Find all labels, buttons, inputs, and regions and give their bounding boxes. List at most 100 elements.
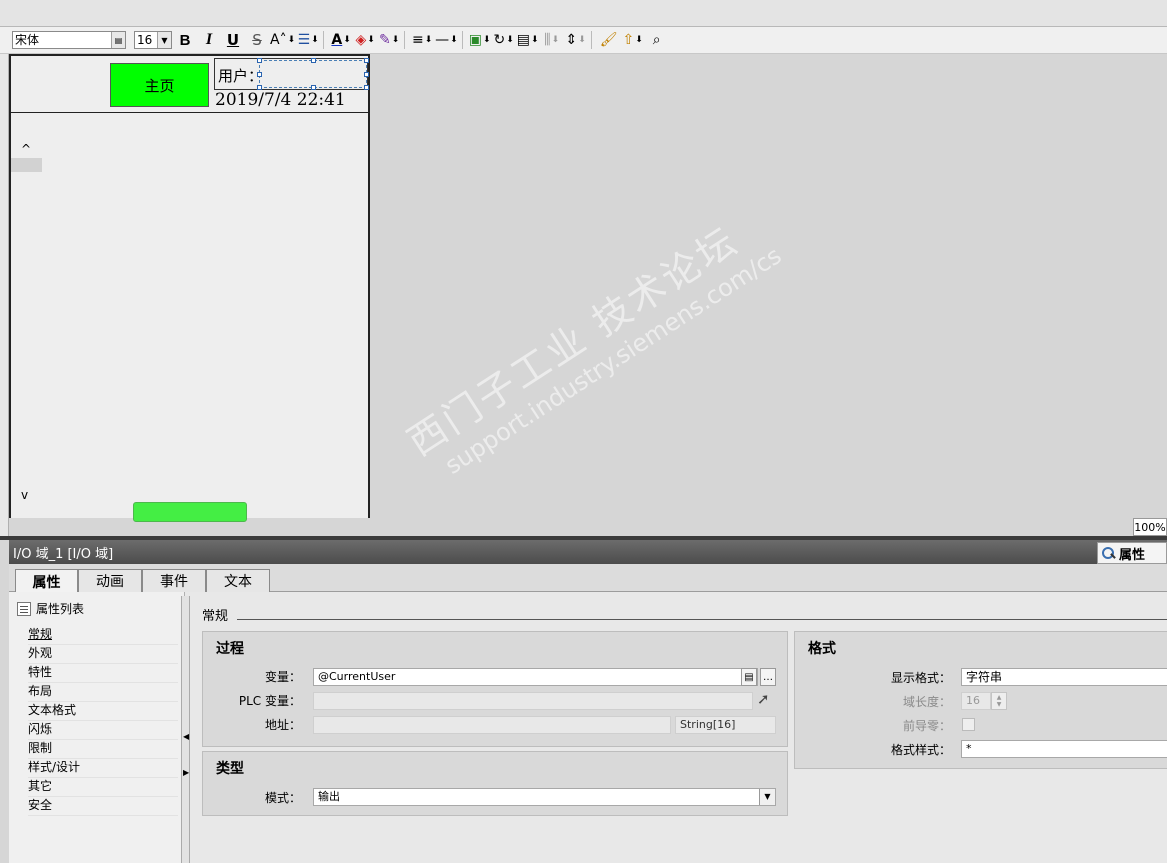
datetime-field[interactable]: 2019/7/4 22:41 [215,90,346,110]
font-size-select[interactable]: 16 ▼ [134,31,172,49]
chevron-down-icon[interactable]: ▼ [157,32,171,48]
tab-animation[interactable]: 动画 [78,569,142,592]
display-format-select[interactable]: 字符串 [961,668,1167,686]
watermark-url: support.industry.siemens.com/cs [440,241,787,480]
scroll-down-icon[interactable]: v [21,488,28,502]
nav-item-appearance[interactable]: 外观 [28,644,178,664]
inspector-title: I/O 域_1 [I/O 域] [13,546,114,562]
scroll-thumb[interactable] [11,158,42,172]
top-strip [0,0,1167,27]
process-group: 过程 变量： @CurrentUser ▤ … PLC 变量： ➚ 地址： St… [202,631,788,747]
toolbar-separator [461,31,463,49]
type-group: 类型 模式： 输出 ▼ [202,751,788,816]
dropdown-arrow-icon: ⬇ [367,35,375,45]
leading-zero-checkbox [962,718,975,731]
zoom-level[interactable]: 100% [1133,518,1167,536]
dropdown-arrow-icon: ⬇ [391,35,400,45]
toolbar-separator [404,31,406,49]
goto-arrow-icon[interactable]: ➚ [757,690,770,708]
dropdown-arrow-icon: ⬇ [343,35,351,45]
rotate-button[interactable]: ↻ ⬇ [493,30,515,50]
layer-up-button[interactable]: ⇧ ⬇ [622,30,644,50]
dropdown-arrow-icon: ⬇ [483,35,491,45]
underline-button[interactable]: U [222,30,244,50]
format-style-field[interactable]: * [961,740,1167,758]
bottom-button[interactable] [133,502,247,522]
nav-item-characteristics[interactable]: 特性 [28,663,178,683]
resize-handle[interactable] [364,85,369,90]
nav-item-text-format[interactable]: 文本格式 [28,701,178,721]
nav-item-layout[interactable]: 布局 [28,682,178,702]
inspector-body: 属性列表 常规 外观 特性 布局 文本格式 闪烁 限制 样式/设计 其它 安全 … [9,592,1167,863]
resize-handle[interactable] [311,58,316,63]
user-io-field[interactable] [257,58,369,90]
format-group-title: 格式 [808,641,836,657]
magnifier-icon [1101,546,1116,561]
font-grow-button[interactable]: A˄ ⬇ [270,30,295,50]
toolbar-separator [323,31,325,49]
line-width-icon: ≡ [411,32,424,48]
tab-events[interactable]: 事件 [142,569,206,592]
list-icon[interactable]: ▤ [111,32,125,48]
expand-right-icon[interactable]: ▶ [183,768,189,777]
hmi-screen-canvas[interactable]: 主页 用户： 2019/7/4 22:41 ^ v [9,54,370,522]
align-objects-button[interactable]: ▤ ⬇ [517,30,539,50]
nav-item-misc[interactable]: 其它 [28,777,178,797]
scroll-up-icon[interactable]: ^ [21,142,31,156]
text-align-button[interactable]: ☰ ⬇ [297,30,319,50]
user-box: 用户： [214,58,369,90]
nav-item-flashing[interactable]: 闪烁 [28,720,178,740]
line-style-button[interactable]: — ⬇ [435,30,458,50]
fill-color-button[interactable]: ◈ ⬇ [354,30,376,50]
bold-button[interactable]: B [174,30,196,50]
tag-list-icon[interactable]: ▤ [741,668,757,686]
font-size-value: 16 [137,33,153,47]
nav-item-style-design[interactable]: 样式/设计 [28,758,178,778]
layer-order-button[interactable]: ▣ ⬇ [469,30,491,50]
resize-handle[interactable] [364,58,369,63]
address-type-field: String[16] [675,716,776,734]
watermark-title: 西门子工业 技术论坛 [399,218,746,465]
address-field [313,716,671,734]
format-style-label: 格式样式： [890,743,951,757]
nav-item-security[interactable]: 安全 [28,796,178,816]
layer-icon: ▣ [468,32,483,48]
variable-field[interactable]: @CurrentUser [313,668,758,686]
font-color-button[interactable]: A ⬇ [330,30,352,50]
text-format-toolbar: 宋体 ▤ 16 ▼ B I U S A˄ ⬇ ☰ ⬇ A ⬇ ◈ ⬇ ✎ ⬇ ≡ ⬇ — ⬇ … [0,27,1167,54]
layer-up-icon: ⇧ [622,32,635,48]
tab-text[interactable]: 文本 [206,569,270,592]
resize-handle[interactable] [364,72,369,77]
chevron-down-icon[interactable]: ▼ [759,789,775,805]
format-painter-button[interactable]: 🖌 [598,30,620,50]
resize-handle[interactable] [257,58,262,63]
distribute-icon: ⫼ [544,32,551,48]
dropdown-arrow-icon: ⬇ [551,35,560,45]
display-format-label: 显示格式： [890,671,951,685]
zoom-button[interactable]: ⌕ [646,30,668,50]
italic-button[interactable]: I [198,30,220,50]
font-family-select[interactable]: 宋体 ▤ [12,31,126,49]
line-width-button[interactable]: ≡ ⬇ [411,30,433,50]
resize-handle[interactable] [257,72,262,77]
pen-icon: ✎ [378,32,391,48]
spin-icon: ▲ ▼ [991,692,1007,710]
nav-collapse-bar[interactable]: ◀ ▶ [181,596,190,863]
nav-item-limits[interactable]: 限制 [28,739,178,759]
same-size-button[interactable]: ⇕ ⬇ [565,30,587,50]
inspector-tabs: 属性 动画 事件 文本 [9,564,1167,593]
home-button[interactable]: 主页 [110,63,209,107]
format-group: 格式 显示格式： 字符串 域长度： 16 ▲ ▼ 前导零： 格式样式： * [794,631,1167,769]
collapse-left-icon[interactable]: ◀ [183,732,189,741]
zoom-icon: ⌕ [652,32,661,48]
nav-item-general[interactable]: 常规 [28,625,178,645]
tab-properties[interactable]: 属性 [15,569,78,593]
strikethrough-button[interactable]: S [246,30,268,50]
mode-select[interactable]: 输出 ▼ [313,788,776,806]
browse-button[interactable]: … [760,668,776,686]
dropdown-arrow-icon: ⬇ [506,35,514,45]
distribute-button[interactable]: ⫼ ⬇ [541,30,563,50]
header-divider [11,112,368,113]
properties-button[interactable]: 属性 [1097,542,1167,564]
line-color-button[interactable]: ✎ ⬇ [378,30,400,50]
